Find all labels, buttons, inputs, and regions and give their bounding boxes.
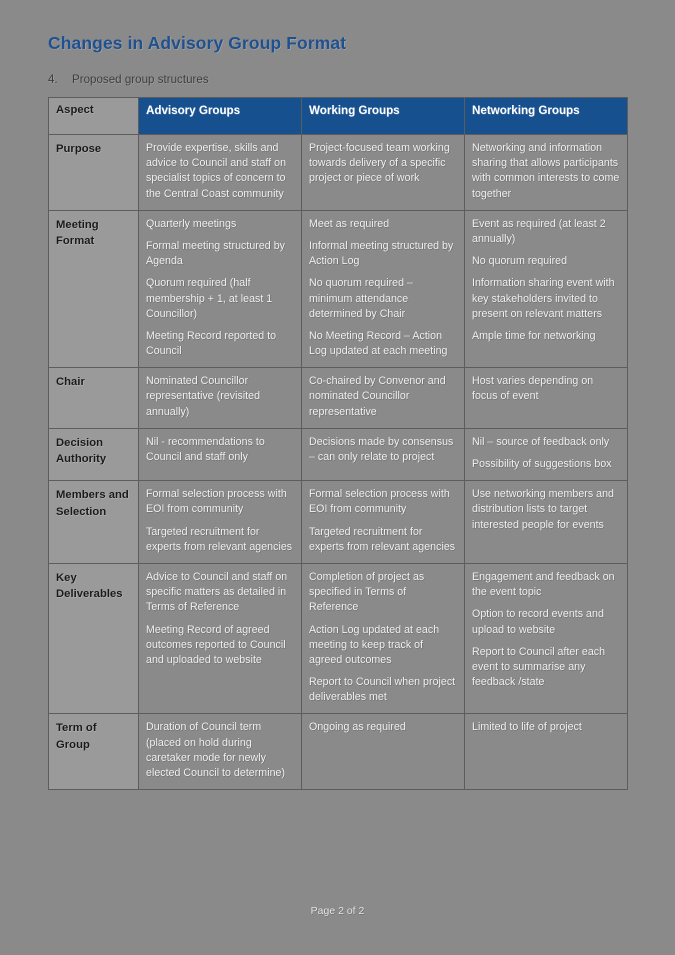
cell-paragraph: Nominated Councillor representative (rev… bbox=[146, 375, 261, 418]
row-aspect-label: Chair bbox=[48, 367, 139, 429]
table-row: Decision Authority Nil - recommendations … bbox=[48, 427, 628, 482]
cell-advisory: Nil - recommendations to Council and sta… bbox=[138, 427, 302, 482]
cell-paragraph: Host varies depending on focus of event bbox=[472, 375, 594, 403]
cell-paragraph: Meeting Record reported to Council bbox=[146, 329, 277, 358]
column-header-working-groups: Working Groups bbox=[301, 97, 465, 135]
cell-paragraph: Information sharing event with key stake… bbox=[472, 277, 615, 320]
cell-paragraph: Report to Council when project deliverab… bbox=[309, 676, 456, 704]
cell-paragraph: Project-focused team working towards del… bbox=[309, 142, 450, 185]
row-aspect-label: Meeting Format bbox=[48, 209, 139, 369]
cell-paragraph: Formal selection process with EOI from c… bbox=[309, 488, 450, 516]
row-aspect-label: Key Deliverables bbox=[48, 562, 139, 715]
cell-paragraph: Ongoing as required bbox=[309, 721, 406, 734]
cell-paragraph: Advice to Council and staff on specific … bbox=[146, 570, 288, 614]
table-row: Purpose Provide expertise, skills and adv… bbox=[48, 134, 628, 211]
table-row: Meeting Format Quarterly meetings Formal m… bbox=[48, 209, 628, 369]
cell-paragraph: Formal meeting structured by Agenda bbox=[146, 239, 285, 268]
cell-advisory: Quarterly meetings Formal meeting structu… bbox=[138, 209, 302, 369]
cell-advisory: Formal selection process with EOI from c… bbox=[138, 480, 302, 564]
cell-paragraph: Networking and information sharing that … bbox=[472, 142, 620, 200]
cell-paragraph: Targeted recruitment for experts from re… bbox=[309, 525, 456, 553]
cell-paragraph: Targeted recruitment for experts from re… bbox=[146, 525, 293, 553]
section-heading: 4. Proposed group structures bbox=[48, 73, 608, 86]
column-header-networking-groups: Networking Groups bbox=[464, 97, 628, 135]
cell-paragraph: Completion of project as specified in Te… bbox=[309, 570, 425, 614]
table-row: Term of Group Duration of Council term (p… bbox=[48, 713, 628, 791]
cell-paragraph: Provide expertise, skills and advice to … bbox=[146, 142, 287, 200]
cell-working: Ongoing as required bbox=[301, 713, 465, 791]
cell-networking: Event as required (at least 2 annually) N… bbox=[464, 209, 628, 369]
cell-paragraph: Informal meeting structured by Action Lo… bbox=[309, 239, 454, 268]
cell-paragraph: Nil - recommendations to Council and sta… bbox=[146, 435, 265, 463]
cell-paragraph: No quorum required bbox=[472, 255, 568, 268]
cell-networking: Host varies depending on focus of event bbox=[464, 367, 628, 429]
cell-networking: Limited to life of project bbox=[464, 713, 628, 791]
cell-paragraph: Event as required (at least 2 annually) bbox=[472, 217, 606, 245]
page-title: Changes in Advisory Group Format bbox=[48, 33, 347, 53]
table-header-row: Aspect Advisory Groups Working Groups Ne… bbox=[48, 97, 628, 135]
cell-paragraph: Decisions made by consensus – can only r… bbox=[309, 435, 454, 463]
cell-paragraph: Option to record events and upload to we… bbox=[472, 608, 604, 636]
cell-paragraph: No quorum required – minimum attendance … bbox=[309, 277, 413, 320]
cell-paragraph: Meeting Record of agreed outcomes report… bbox=[146, 623, 286, 666]
cell-paragraph: Use networking members and distribution … bbox=[472, 488, 614, 531]
cell-paragraph: Report to Council after each event to su… bbox=[472, 645, 606, 689]
cell-advisory: Provide expertise, skills and advice to … bbox=[138, 134, 302, 211]
table-header: Aspect Advisory Groups Working Groups Ne… bbox=[48, 97, 628, 135]
cell-working: Completion of project as specified in Te… bbox=[301, 562, 465, 715]
table-row: Key Deliverables Advice to Council and st… bbox=[48, 562, 628, 715]
cell-paragraph: Engagement and feedback on the event top… bbox=[472, 570, 615, 599]
group-format-comparison-table: Aspect Advisory Groups Working Groups Ne… bbox=[48, 97, 628, 791]
cell-networking: Use networking members and distribution … bbox=[464, 480, 628, 564]
table-row: Chair Nominated Councillor representative… bbox=[48, 367, 628, 429]
page-footer: Page 2 of 2 bbox=[310, 905, 365, 917]
cell-paragraph: Possibility of suggestions box bbox=[472, 458, 612, 470]
row-aspect-label: Members and Selection bbox=[48, 480, 139, 564]
cell-working: Formal selection process with EOI from c… bbox=[301, 480, 465, 564]
section-heading-text: Proposed group structures bbox=[72, 73, 209, 86]
cell-advisory: Duration of Council term (placed on hold… bbox=[138, 713, 302, 791]
cell-paragraph: Limited to life of project bbox=[472, 721, 582, 734]
cell-working: Co-chaired by Convenor and nominated Cou… bbox=[301, 367, 465, 429]
cell-networking: Networking and information sharing that … bbox=[464, 134, 628, 211]
section-number: 4. bbox=[48, 73, 58, 86]
cell-paragraph: Action Log updated at each meeting to ke… bbox=[309, 623, 440, 666]
cell-working: Project-focused team working towards del… bbox=[301, 134, 465, 211]
cell-paragraph: No Meeting Record – Action Log updated a… bbox=[309, 329, 448, 358]
cell-advisory: Advice to Council and staff on specific … bbox=[138, 562, 302, 715]
cell-paragraph: Co-chaired by Convenor and nominated Cou… bbox=[309, 375, 446, 418]
cell-paragraph: Formal selection process with EOI from c… bbox=[146, 488, 287, 516]
cell-paragraph: Nil – source of feedback only bbox=[472, 435, 610, 448]
cell-paragraph: Quarterly meetings bbox=[146, 217, 237, 230]
cell-working: Decisions made by consensus – can only r… bbox=[301, 427, 465, 482]
column-header-aspect: Aspect bbox=[48, 97, 139, 135]
row-aspect-label: Decision Authority bbox=[48, 427, 139, 482]
cell-advisory: Nominated Councillor representative (rev… bbox=[138, 367, 302, 429]
table-body: Purpose Provide expertise, skills and adv… bbox=[48, 134, 628, 791]
cell-paragraph: Quorum required (half membership + 1, at… bbox=[146, 277, 273, 320]
cell-networking: Nil – source of feedback only Possibility… bbox=[464, 427, 628, 482]
table-row: Members and Selection Formal selection pr… bbox=[48, 480, 628, 564]
cell-paragraph: Meet as required bbox=[309, 217, 390, 230]
row-aspect-label: Purpose bbox=[48, 134, 139, 211]
column-header-advisory-groups: Advisory Groups bbox=[138, 97, 302, 135]
cell-paragraph: Ample time for networking bbox=[472, 329, 596, 342]
cell-networking: Engagement and feedback on the event top… bbox=[464, 562, 628, 715]
cell-working: Meet as required Informal meeting structu… bbox=[301, 209, 465, 369]
document-page: Changes in Advisory Group Format 4. Propo… bbox=[0, 0, 675, 955]
row-aspect-label: Term of Group bbox=[48, 713, 139, 791]
cell-paragraph: Duration of Council term (placed on hold… bbox=[146, 721, 286, 779]
